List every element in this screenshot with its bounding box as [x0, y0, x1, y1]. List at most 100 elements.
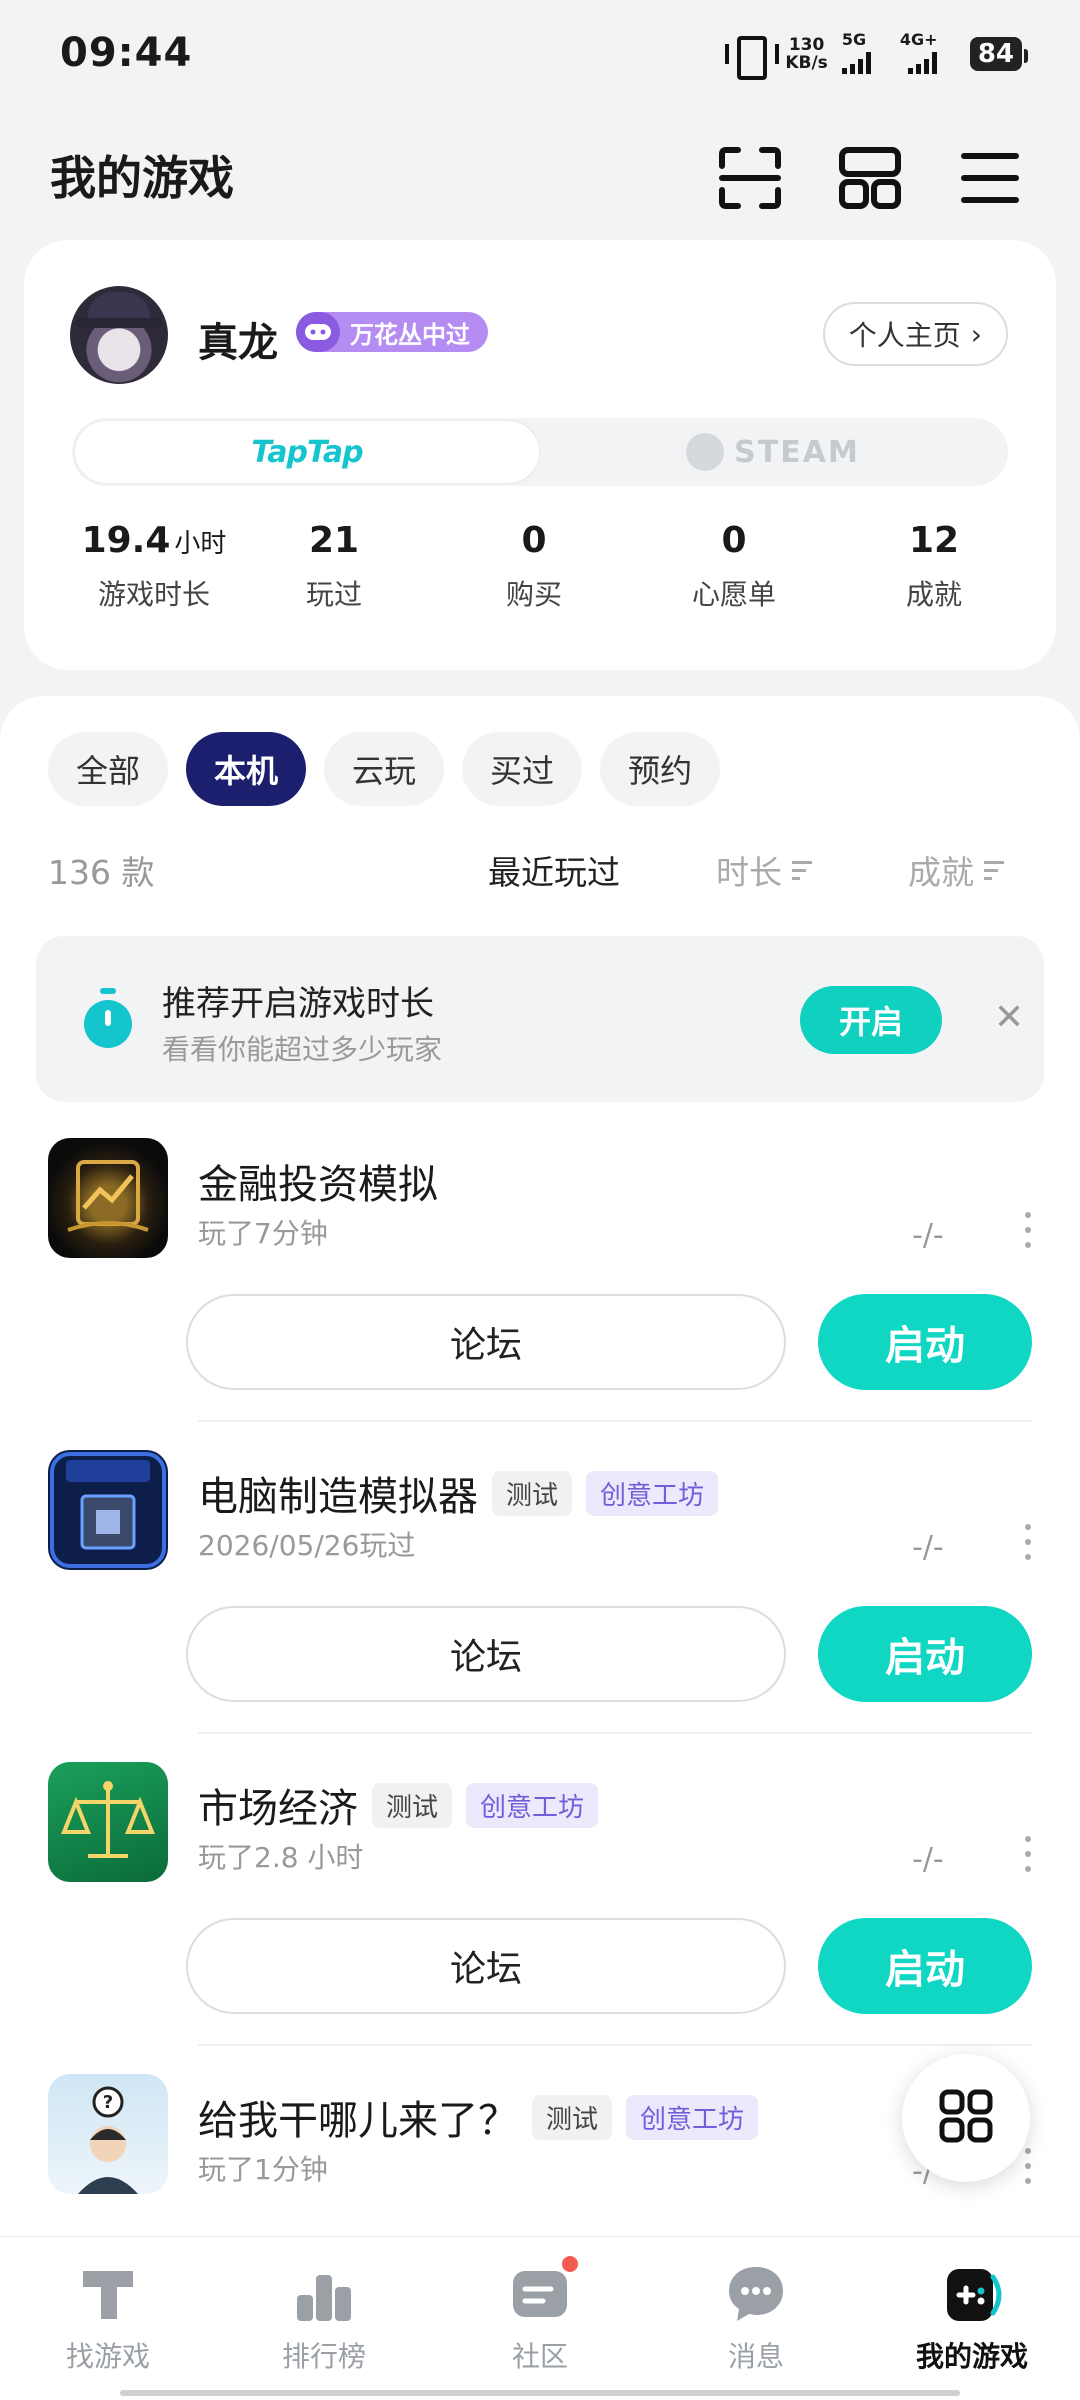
- signal-4g-icon: 4G+: [900, 30, 956, 74]
- gamepad-icon: [296, 312, 340, 352]
- nav-find-games[interactable]: 找游戏: [0, 2237, 216, 2400]
- game-playtime: 玩了7分钟: [198, 1217, 328, 1250]
- launch-button[interactable]: 启动: [818, 1606, 1032, 1702]
- user-name: 真龙: [198, 320, 278, 366]
- grid-icon: [938, 2088, 994, 2148]
- stopwatch-icon: [80, 988, 136, 1050]
- more-options-icon[interactable]: [1024, 1212, 1032, 1248]
- game-icon-where-am-i[interactable]: ?: [48, 2074, 168, 2194]
- grid-layout-icon[interactable]: [830, 138, 910, 218]
- profile-home-button[interactable]: 个人主页 ›: [822, 302, 1008, 366]
- filter-bought[interactable]: 买过: [462, 732, 583, 806]
- tag-test: 测试: [492, 1470, 573, 1516]
- game-item[interactable]: 电脑制造模拟器 测试 创意工坊 2026/05/26玩过 -/- 论坛 启动: [0, 1450, 1080, 1762]
- game-list-panel: 全部 本机 云玩 买过 预约 136 款 最近玩过 时长 成就 推荐开启游戏时长…: [0, 696, 1080, 2236]
- game-playtime: 玩了2.8 小时: [198, 1841, 364, 1874]
- tag-workshop: 创意工坊: [626, 2094, 759, 2140]
- notification-dot: [559, 2253, 581, 2275]
- chevron-right-icon: ›: [970, 317, 982, 351]
- launch-button[interactable]: 启动: [818, 1918, 1032, 2014]
- game-title: 市场经济 测试 创意工坊: [198, 1776, 599, 1834]
- forum-button[interactable]: 论坛: [186, 1294, 786, 1390]
- game-title: 电脑制造模拟器 测试 创意工坊: [198, 1464, 719, 1522]
- chat-bubble-icon: [723, 2261, 789, 2327]
- tag-workshop: 创意工坊: [586, 1470, 719, 1516]
- stat-wishlist[interactable]: 0 心愿单: [664, 520, 804, 613]
- user-badge[interactable]: 万花丛中过: [296, 312, 488, 352]
- page-header: 我的游戏: [0, 118, 1080, 236]
- filter-chips: 全部 本机 云玩 买过 预约: [48, 732, 721, 806]
- sort-achievement[interactable]: 成就: [908, 846, 1004, 894]
- tip-title: 推荐开启游戏时长: [162, 984, 434, 1024]
- tag-test: 测试: [532, 2094, 613, 2140]
- game-rating: -/-: [912, 1218, 944, 1253]
- profile-card: 真龙 万花丛中过 个人主页 › TapTap STEAM 19.4 小时 游戏时长…: [24, 240, 1056, 670]
- sort-recent[interactable]: 最近玩过: [488, 846, 620, 894]
- game-item[interactable]: 市场经济 测试 创意工坊 玩了2.8 小时 -/- 论坛 启动: [0, 1762, 1080, 2074]
- more-options-icon[interactable]: [1024, 1836, 1032, 1872]
- nav-my-games[interactable]: 我的游戏: [864, 2237, 1080, 2400]
- status-icons: 130 KB/s 5G 4G+ 84: [725, 30, 1029, 80]
- sort-duration[interactable]: 时长: [716, 846, 812, 894]
- forum-button[interactable]: 论坛: [186, 1606, 786, 1702]
- stat-achievements[interactable]: 12 成就: [874, 520, 994, 613]
- tip-subtitle: 看看你能超过多少玩家: [162, 1033, 443, 1066]
- more-options-icon[interactable]: [1024, 1524, 1032, 1560]
- stat-playtime[interactable]: 19.4 小时 游戏时长: [64, 520, 244, 613]
- game-playtime: 2026/05/26玩过: [198, 1529, 416, 1562]
- vibrate-icon: [725, 34, 780, 80]
- game-icon-finance[interactable]: [48, 1138, 168, 1258]
- nav-community[interactable]: 社区: [432, 2237, 648, 2400]
- bottom-nav: 找游戏 排行榜 社区 消息 我的游戏: [0, 2236, 1080, 2400]
- taptap-t-icon: [75, 2261, 141, 2327]
- platform-steam-tab[interactable]: STEAM: [540, 420, 1006, 484]
- game-icon-market[interactable]: [48, 1762, 168, 1882]
- nav-messages[interactable]: 消息: [648, 2237, 864, 2400]
- forum-button[interactable]: 论坛: [186, 1918, 786, 2014]
- svg-text:?: ?: [103, 2092, 113, 2113]
- signal-5g-icon: 5G: [841, 30, 886, 74]
- scan-icon[interactable]: [710, 138, 790, 218]
- nav-rankings[interactable]: 排行榜: [216, 2237, 432, 2400]
- avatar[interactable]: [70, 286, 168, 384]
- filter-local[interactable]: 本机: [186, 732, 307, 806]
- sort-row: 136 款 最近玩过 时长 成就: [48, 846, 1032, 896]
- game-icon-pc-builder[interactable]: [48, 1450, 168, 1570]
- game-playtime: 玩了1分钟: [198, 2153, 328, 2186]
- community-icon: [507, 2253, 581, 2327]
- game-count: 136 款: [48, 853, 155, 892]
- game-title: 金融投资模拟: [198, 1162, 438, 1208]
- divider: [198, 2044, 1032, 2046]
- filter-cloud[interactable]: 云玩: [324, 732, 445, 806]
- enable-playtime-button[interactable]: 开启: [800, 986, 942, 1054]
- quick-actions-button[interactable]: [902, 2054, 1030, 2182]
- battery-indicator: 84: [969, 37, 1029, 71]
- game-rating: -/-: [912, 1842, 944, 1877]
- close-icon[interactable]: ✕: [994, 1000, 1024, 1036]
- ranking-icon: [291, 2261, 357, 2327]
- sort-icon: [792, 860, 812, 880]
- sort-icon: [984, 860, 1004, 880]
- launch-button[interactable]: 启动: [818, 1294, 1032, 1390]
- tag-test: 测试: [372, 1782, 453, 1828]
- stat-played[interactable]: 21 玩过: [274, 520, 394, 613]
- tag-workshop: 创意工坊: [466, 1782, 599, 1828]
- playtime-tip-banner: 推荐开启游戏时长 看看你能超过多少玩家 开启 ✕: [36, 936, 1044, 1102]
- divider: [198, 1732, 1032, 1734]
- home-indicator: [120, 2390, 960, 2396]
- divider: [198, 1420, 1032, 1422]
- network-speed: 130 KB/s: [785, 35, 828, 73]
- filter-all[interactable]: 全部: [48, 732, 169, 806]
- filter-reserved[interactable]: 预约: [600, 732, 721, 806]
- game-item[interactable]: 金融投资模拟 玩了7分钟 -/- 论坛 启动: [0, 1138, 1080, 1450]
- platform-taptap-tab[interactable]: TapTap: [74, 420, 540, 484]
- status-bar: 09:44 130 KB/s 5G 4G+ 84: [0, 0, 1080, 118]
- gamepad-icon: [939, 2261, 1005, 2327]
- more-options-icon[interactable]: [1024, 2148, 1032, 2184]
- game-rating: -/-: [912, 1530, 944, 1565]
- game-title: 给我干哪儿来了？ 测试 创意工坊: [198, 2088, 759, 2146]
- menu-icon[interactable]: [950, 138, 1030, 218]
- page-title: 我的游戏: [50, 151, 234, 205]
- stat-purchased[interactable]: 0 购买: [474, 520, 594, 613]
- status-time: 09:44: [60, 30, 193, 76]
